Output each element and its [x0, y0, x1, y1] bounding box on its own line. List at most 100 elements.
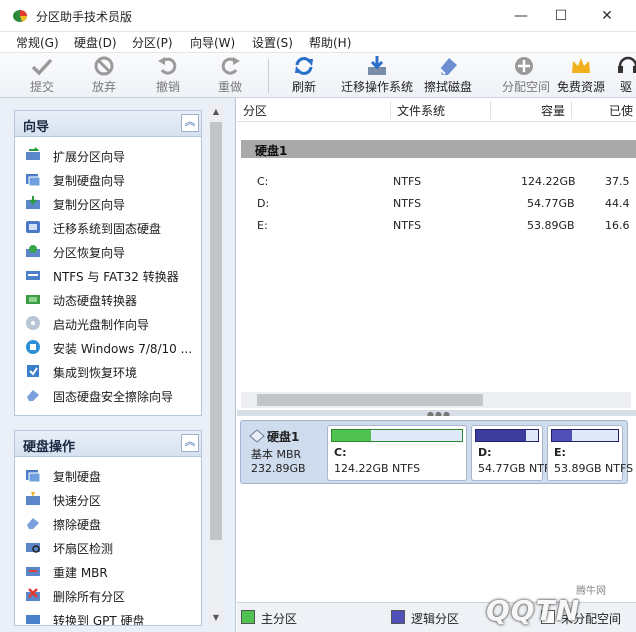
usage-bar	[551, 429, 619, 442]
usage-fill	[552, 430, 573, 441]
menu-help[interactable]: 帮助(H)	[309, 34, 351, 51]
discard-label: 放弃	[91, 80, 116, 94]
submit-button[interactable]: 提交	[24, 55, 60, 97]
partition-list-hscrollbar[interactable]	[241, 392, 631, 408]
undo-button[interactable]: 撤销	[150, 55, 186, 97]
task-label: 重建 MBR	[53, 566, 108, 580]
quick-partition-icon	[26, 492, 40, 505]
task-ntfs-fat32[interactable]: NTFS 与 FAT32 转换器	[15, 263, 201, 287]
free-resources-button[interactable]: 免费资源	[556, 55, 606, 97]
task-copy-partition-wizard[interactable]: 复制分区向导	[15, 191, 201, 215]
refresh-button[interactable]: 刷新	[286, 55, 322, 97]
menu-bar: 常规(G) 硬盘(D) 分区(P) 向导(W) 设置(S) 帮助(H)	[0, 32, 636, 52]
partition-info: 124.22GB NTFS	[334, 462, 421, 475]
task-label: 复制硬盘	[53, 470, 102, 484]
partition-info: 54.77GB NTFS	[478, 462, 558, 475]
disk-map-row[interactable]: 硬盘1 基本 MBR 232.89GB C: 124.22GB NTFS D: …	[240, 420, 633, 484]
cell-used: 44.4	[605, 197, 630, 210]
partition-block-d[interactable]: D: 54.77GB NTFS	[471, 425, 557, 481]
column-divider	[490, 101, 491, 119]
task-wipe-disk[interactable]: 擦除硬盘	[15, 511, 201, 535]
column-partition[interactable]: 分区	[243, 102, 267, 120]
scroll-up-arrow-icon[interactable]: ▲	[208, 104, 224, 120]
table-row[interactable]: D: NTFS 54.77GB 44.4	[237, 194, 636, 214]
close-button[interactable]: ✕	[584, 0, 630, 32]
disk-group-row[interactable]: 硬盘1	[241, 140, 636, 158]
task-ssd-erase[interactable]: 固态硬盘安全擦除向导	[15, 383, 201, 407]
task-bootable-cd[interactable]: 启动光盘制作向导	[15, 311, 201, 335]
task-label: 启动光盘制作向导	[53, 318, 150, 332]
menu-disk[interactable]: 硬盘(D)	[74, 34, 117, 51]
task-partition-recovery[interactable]: 分区恢复向导	[15, 239, 201, 263]
eraser-icon	[439, 58, 457, 75]
cell-used: 16.6	[605, 219, 630, 232]
scroll-thumb[interactable]	[210, 122, 222, 540]
collapse-wizards-button[interactable]: ︽	[181, 114, 199, 132]
task-label: 坏扇区检测	[53, 542, 114, 556]
menu-settings[interactable]: 设置(S)	[252, 34, 293, 51]
menu-partition[interactable]: 分区(P)	[132, 34, 173, 51]
task-extend-partition[interactable]: 扩展分区向导	[15, 143, 201, 167]
task-convert-gpt[interactable]: 转换到 GPT 硬盘	[15, 607, 201, 626]
check-icon	[31, 58, 53, 76]
disk-ops-header: 硬盘操作 ︽	[15, 431, 201, 457]
redo-button[interactable]: 重做	[212, 55, 248, 97]
partition-list-header: 分区 文件系统 容量 已使	[237, 98, 636, 122]
redo-icon	[221, 57, 240, 75]
task-migrate-ssd[interactable]: 迁移系统到固态硬盘	[15, 215, 201, 239]
wipe-disk-button[interactable]: 擦拭磁盘	[422, 55, 474, 97]
task-label: 快速分区	[53, 494, 102, 508]
task-dynamic-disk[interactable]: 动态硬盘转换器	[15, 287, 201, 311]
copy-disk-icon	[26, 174, 41, 187]
usage-fill	[476, 430, 527, 441]
column-filesystem[interactable]: 文件系统	[397, 102, 445, 120]
partition-block-e[interactable]: E: 53.89GB NTFS	[547, 425, 633, 481]
cell-capacity: 53.89GB	[527, 219, 575, 232]
menu-wizard[interactable]: 向导(W)	[190, 34, 235, 51]
migrate-os-button[interactable]: 迁移操作系统	[340, 55, 414, 97]
column-capacity[interactable]: 容量	[541, 102, 565, 120]
hard-disk-icon	[249, 429, 265, 443]
task-delete-all[interactable]: 删除所有分区	[15, 583, 201, 607]
scroll-down-arrow-icon[interactable]: ▼	[208, 610, 224, 626]
title-bar: 分区助手技术员版 — ☐ ✕	[0, 0, 636, 32]
usage-bar	[331, 429, 463, 442]
watermark-brand: QQTN	[486, 594, 581, 627]
partition-label: D:	[478, 446, 492, 459]
usage-fill	[332, 430, 371, 441]
task-label: 固态硬盘安全擦除向导	[53, 390, 174, 404]
menu-general[interactable]: 常规(G)	[16, 34, 59, 51]
disk-info[interactable]: 硬盘1 基本 MBR 232.89GB	[245, 425, 325, 481]
discard-button[interactable]: 放弃	[86, 55, 122, 97]
undo-icon	[158, 57, 177, 75]
toolbar-separator	[268, 59, 269, 93]
drivers-button[interactable]: 驱	[616, 55, 636, 97]
task-label: 转换到 GPT 硬盘	[53, 614, 145, 626]
partition-block-c[interactable]: C: 124.22GB NTFS	[327, 425, 467, 481]
task-quick-partition[interactable]: 快速分区	[15, 487, 201, 511]
copy-partition-icon	[26, 196, 40, 209]
task-copy-disk[interactable]: 复制硬盘	[15, 463, 201, 487]
task-rebuild-mbr[interactable]: 重建 MBR	[15, 559, 201, 583]
disk-ops-title: 硬盘操作	[23, 440, 76, 455]
allocate-space-button[interactable]: 分配空间	[502, 55, 551, 97]
cell-partition: D:	[257, 197, 270, 210]
maximize-button[interactable]: ☐	[538, 0, 584, 32]
cell-capacity: 54.77GB	[527, 197, 575, 210]
table-row[interactable]: C: NTFS 124.22GB 37.5	[237, 172, 636, 192]
watermark: 腾牛网 QQTN	[440, 574, 636, 632]
left-panel-scrollbar[interactable]: ▲ ▼	[208, 104, 224, 626]
collapse-disk-ops-button[interactable]: ︽	[181, 434, 199, 452]
wipe-disk-icon	[27, 518, 39, 529]
task-install-windows[interactable]: 安装 Windows 7/8/10 ...	[15, 335, 201, 359]
column-used[interactable]: 已使	[609, 102, 633, 120]
disk-type: 基本 MBR	[251, 448, 302, 461]
ssd-erase-icon	[27, 390, 39, 401]
allocate-space-label: 分配空间	[502, 80, 551, 94]
hscroll-thumb[interactable]	[257, 394, 483, 406]
task-bad-sector[interactable]: 坏扇区检测	[15, 535, 201, 559]
task-label: 动态硬盘转换器	[53, 294, 138, 308]
task-copy-disk-wizard[interactable]: 复制硬盘向导	[15, 167, 201, 191]
table-row[interactable]: E: NTFS 53.89GB 16.6	[237, 216, 636, 236]
task-recovery-env[interactable]: 集成到恢复环境	[15, 359, 201, 383]
